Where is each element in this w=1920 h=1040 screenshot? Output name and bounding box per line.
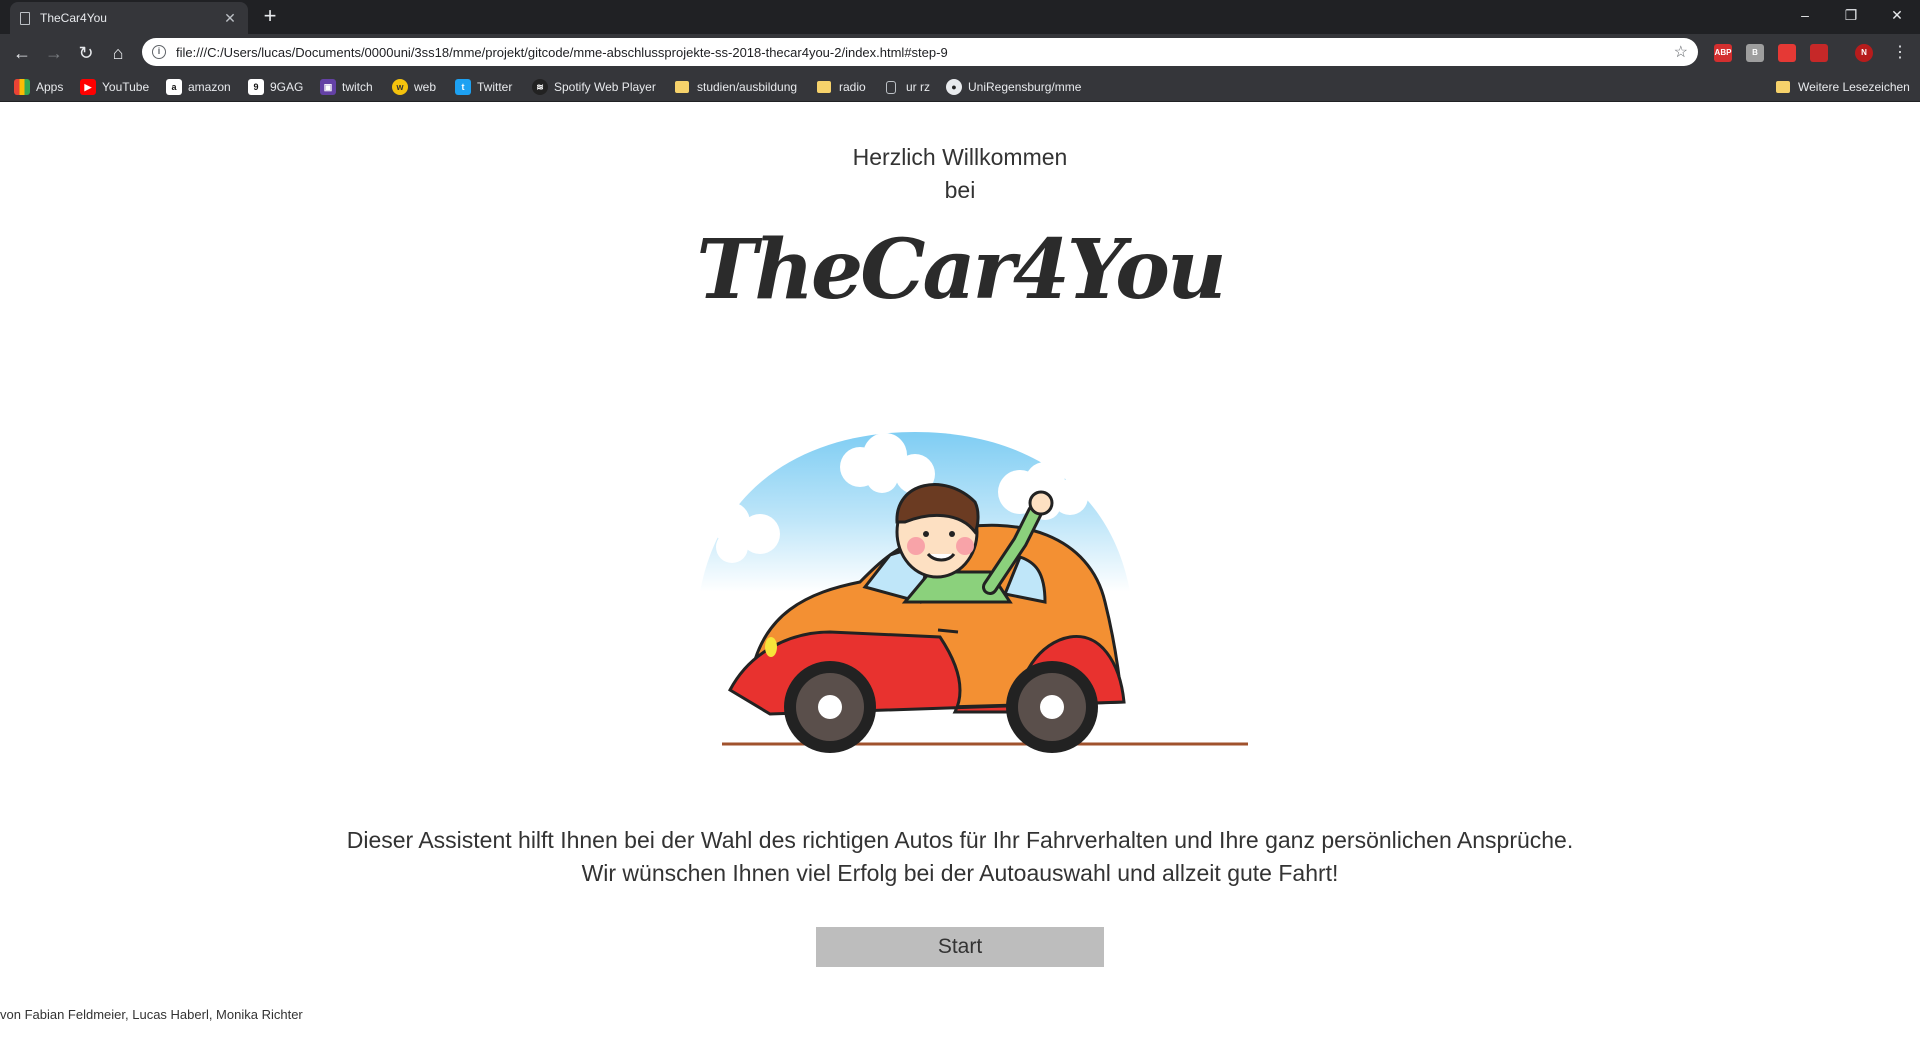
bookmark-label: UniRegensburg/mme — [968, 80, 1082, 94]
restore-icon[interactable]: ❐ — [1828, 0, 1874, 30]
other-bookmarks[interactable]: Weitere Lesezeichen — [1776, 78, 1910, 96]
bookmark-star-icon[interactable]: ☆ — [1674, 42, 1688, 62]
apps-grid-icon — [14, 79, 30, 95]
brand-title: TheCar4You — [696, 222, 1226, 318]
bookmarks-bar: Apps ▶ YouTube a amazon 9 9GAG ▣ twitch … — [0, 72, 1920, 102]
bookmark-github[interactable]: ● UniRegensburg/mme — [946, 78, 1081, 96]
start-button[interactable]: Start — [816, 927, 1104, 967]
adblock-icon[interactable]: ABP — [1714, 44, 1732, 62]
bookmark-urrz[interactable]: ur rz — [886, 78, 930, 96]
youtube-icon: ▶ — [80, 79, 96, 95]
home-icon[interactable]: ⌂ — [104, 39, 132, 67]
welcome-line-2: bei — [944, 177, 976, 203]
folder-icon — [817, 81, 831, 93]
9gag-icon: 9 — [248, 79, 264, 95]
description-line-2: Wir wünschen Ihnen viel Erfolg bei der A… — [581, 860, 1339, 886]
extension-red-icon[interactable] — [1778, 44, 1796, 62]
tab-strip: TheCar4You ✕ + – ❐ ✕ — [0, 0, 1920, 34]
bookmark-label: Spotify Web Player — [554, 80, 656, 94]
tab-title: TheCar4You — [40, 11, 107, 25]
close-window-icon[interactable]: ✕ — [1874, 0, 1920, 30]
page-icon — [20, 11, 30, 25]
bookmark-label: amazon — [188, 80, 231, 94]
bookmark-apps[interactable]: Apps — [14, 78, 63, 96]
minimize-icon[interactable]: – — [1782, 0, 1828, 30]
github-icon: ● — [946, 79, 962, 95]
credits-text: von Fabian Feldmeier, Lucas Haberl, Moni… — [0, 1007, 303, 1022]
menu-dots-icon[interactable]: ⋮ — [1886, 39, 1914, 67]
bookmark-folder-studien[interactable]: studien/ausbildung — [675, 78, 797, 96]
site-info-icon[interactable]: i — [152, 45, 166, 59]
reload-icon[interactable]: ↻ — [72, 39, 100, 67]
web-icon: w — [392, 79, 408, 95]
extension-m-icon[interactable] — [1810, 44, 1828, 62]
close-tab-icon[interactable]: ✕ — [222, 10, 238, 27]
bookmark-label: YouTube — [102, 80, 150, 94]
wheel-front — [784, 661, 876, 753]
bookmark-label: 9GAG — [270, 80, 304, 94]
bookmark-label: radio — [839, 80, 866, 94]
folder-icon — [675, 81, 689, 93]
bookmark-label: studien/ausbildung — [697, 80, 798, 94]
bookmark-twitter[interactable]: t Twitter — [455, 78, 512, 96]
new-tab-button[interactable]: + — [258, 4, 282, 28]
address-bar[interactable]: i file:///C:/Users/lucas/Documents/0000u… — [142, 38, 1698, 66]
address-url[interactable]: file:///C:/Users/lucas/Documents/0000uni… — [176, 45, 1674, 60]
twitch-icon: ▣ — [320, 79, 336, 95]
bookmark-9gag[interactable]: 9 9GAG — [248, 78, 303, 96]
twitter-icon: t — [455, 79, 471, 95]
bookmark-amazon[interactable]: a amazon — [166, 78, 231, 96]
browser-tab[interactable]: TheCar4You ✕ — [10, 2, 248, 34]
page-content: Herzlich Willkommen bei TheCar4You Diese… — [0, 102, 1920, 1040]
bookmark-youtube[interactable]: ▶ YouTube — [80, 78, 149, 96]
amazon-icon: a — [166, 79, 182, 95]
back-icon[interactable]: ← — [8, 39, 36, 67]
page-icon — [886, 80, 896, 94]
car-illustration — [700, 432, 1248, 753]
welcome-line-1: Herzlich Willkommen — [852, 144, 1068, 170]
bookmark-label: Apps — [36, 80, 64, 94]
bookmark-label: twitch — [342, 80, 373, 94]
spotify-icon: ≋ — [532, 79, 548, 95]
bookmark-folder-radio[interactable]: radio — [817, 78, 866, 96]
browser-toolbar: ← → ↻ ⌂ i file:///C:/Users/lucas/Documen… — [0, 34, 1920, 72]
bookmark-spotify[interactable]: ≋ Spotify Web Player — [532, 78, 656, 96]
wheel-rear — [1006, 661, 1098, 753]
bookmark-twitch[interactable]: ▣ twitch — [320, 78, 373, 96]
bookmark-label: web — [414, 80, 437, 94]
description-line-1: Dieser Assistent hilft Ihnen bei der Wah… — [346, 827, 1574, 853]
extension-b-icon[interactable]: B — [1746, 44, 1764, 62]
forward-icon[interactable]: → — [40, 39, 68, 67]
bookmark-label: ur rz — [906, 80, 930, 94]
door-handle — [937, 628, 959, 634]
bookmark-web[interactable]: w web — [392, 78, 436, 96]
car-headlight — [765, 637, 777, 657]
bookmark-label: Twitter — [477, 80, 513, 94]
bookmark-label: Weitere Lesezeichen — [1798, 80, 1910, 94]
profile-avatar[interactable]: N — [1855, 44, 1873, 62]
folder-icon — [1776, 81, 1790, 93]
